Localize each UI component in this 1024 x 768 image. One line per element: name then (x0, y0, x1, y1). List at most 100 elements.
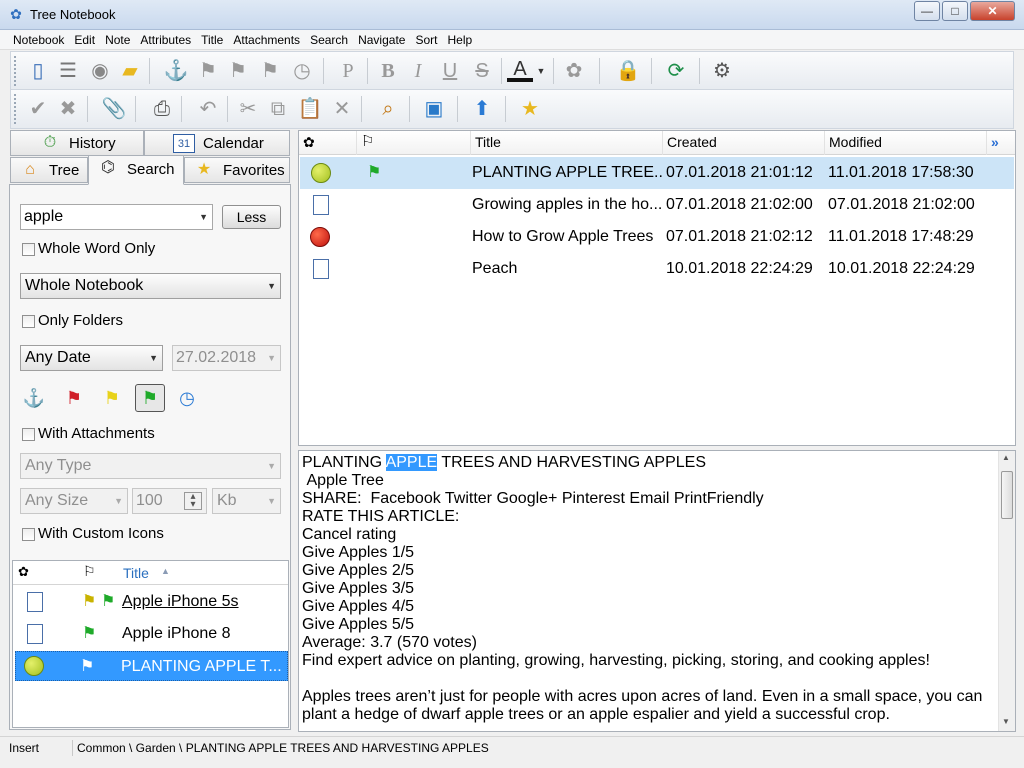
new-note-icon[interactable]: ▯ (25, 58, 51, 84)
search-input[interactable]: apple ▼ (20, 204, 213, 230)
font-color-icon[interactable]: A (507, 58, 533, 82)
list-item[interactable]: ⚑ Apple iPhone 8 (15, 619, 288, 649)
new-text-note-icon[interactable]: ☰ (55, 58, 81, 84)
custom-icon-column[interactable]: ✿ (299, 131, 357, 155)
list-item[interactable]: ⚑ PLANTING APPLE T... (15, 651, 288, 681)
up-arrow-icon[interactable]: ⬆ (469, 96, 495, 122)
tab-search[interactable]: ⌬ Search (88, 155, 184, 185)
menu-attributes[interactable]: Attributes (135, 30, 196, 48)
menu-notebook[interactable]: Notebook (8, 30, 69, 48)
only-folders-checkbox[interactable] (22, 315, 35, 328)
settings-gear-icon[interactable]: ⚙ (709, 58, 735, 84)
tab-tree[interactable]: ⌂ Tree (10, 157, 88, 183)
menu-note[interactable]: Note (100, 30, 135, 48)
scroll-up-icon[interactable]: ▲ (1002, 453, 1010, 462)
chevron-down-icon[interactable]: ▼ (199, 205, 208, 229)
undo-icon[interactable]: ↶ (195, 96, 221, 122)
table-row[interactable]: Growing apples in the ho... 07.01.2018 2… (300, 189, 1014, 221)
whole-word-checkbox[interactable] (22, 243, 35, 256)
bold-icon[interactable]: B (375, 58, 401, 84)
close-button[interactable]: ✕ (970, 1, 1015, 21)
cancel-x-icon[interactable]: ✖ (55, 96, 81, 122)
tab-calendar[interactable]: 31 Calendar (144, 130, 290, 156)
lock-icon[interactable]: 🔒 (615, 58, 641, 84)
new-folder-icon[interactable]: ▰ (117, 58, 143, 84)
menu-help[interactable]: Help (442, 30, 477, 48)
note-content-editor[interactable]: PLANTING APPLE TREES AND HARVESTING APPL… (298, 450, 1016, 732)
custom-icon-icon[interactable]: ✿ (561, 58, 587, 84)
created-column-header[interactable]: Created (663, 131, 825, 155)
menu-attachments[interactable]: Attachments (228, 30, 305, 48)
type-select[interactable]: Any Type ▼ (20, 453, 281, 479)
scroll-down-icon[interactable]: ▼ (1002, 717, 1010, 726)
custom-icon-column-icon[interactable]: ✿ (18, 564, 29, 580)
with-attachments-checkbox[interactable] (22, 428, 35, 441)
tab-search-label: Search (127, 161, 175, 178)
cut-scissors-icon[interactable]: ✂ (235, 96, 261, 122)
custom-icon-column-icon: ✿ (303, 134, 315, 150)
green-flag-filter-icon[interactable]: ⚑ (135, 384, 165, 412)
menu-edit[interactable]: Edit (69, 30, 100, 48)
date-field[interactable]: 27.02.2018 ▼ (172, 345, 281, 371)
reminder-clock-icon[interactable]: ◷ (289, 58, 315, 84)
yellow-flag-icon[interactable]: ⚑ (225, 58, 251, 84)
yellow-flag-filter-icon[interactable]: ⚑ (100, 386, 124, 410)
clock-filter-icon[interactable]: ◷ (175, 386, 199, 410)
scrollbar-thumb[interactable] (1001, 471, 1013, 519)
table-row[interactable]: How to Grow Apple Trees 07.01.2018 21:02… (300, 221, 1014, 253)
paste-icon[interactable]: 📋 (297, 96, 323, 122)
modified-column-header[interactable]: Modified (825, 131, 987, 155)
tab-favorites[interactable]: ★ Favorites (184, 157, 290, 183)
column-chooser-icon[interactable]: » (987, 131, 1015, 155)
maximize-button[interactable]: □ (942, 1, 968, 21)
table-row[interactable]: Peach 10.01.2018 22:24:29 10.01.2018 22:… (300, 253, 1014, 285)
size-unit-select[interactable]: Kb ▼ (212, 488, 281, 514)
flag-column-icon[interactable]: ⚐ (83, 563, 96, 580)
check-icon[interactable]: ✔ (25, 96, 51, 122)
copy-icon[interactable]: ⧉ (265, 96, 291, 122)
underline-icon[interactable]: U (437, 58, 463, 84)
row-created: 07.01.2018 21:02:00 (666, 196, 813, 213)
red-flag-icon[interactable]: ⚑ (195, 58, 221, 84)
row-modified: 11.01.2018 17:48:29 (828, 228, 974, 245)
date-select[interactable]: Any Date ▼ (20, 345, 163, 371)
font-color-dropdown-icon[interactable]: ▼ (535, 58, 547, 84)
attachment-paperclip-icon[interactable]: 📎 (101, 96, 127, 122)
favorite-star-icon[interactable]: ★ (517, 96, 543, 122)
size-select[interactable]: Any Size ▼ (20, 488, 128, 514)
new-image-note-icon[interactable]: ◉ (87, 58, 113, 84)
tab-history[interactable]: ⏱ History (10, 130, 144, 156)
vertical-scrollbar[interactable]: ▲ ▼ (998, 451, 1015, 731)
whole-word-label: Whole Word Only (38, 240, 156, 257)
with-custom-icons-checkbox[interactable] (22, 528, 35, 541)
find-magnifier-icon[interactable]: ⌕ (375, 96, 401, 122)
list-item[interactable]: ⚑ ⚑ Apple iPhone 5s (15, 587, 288, 617)
paragraph-plain-icon[interactable]: P (335, 58, 361, 84)
sync-icon[interactable]: ⟳ (663, 58, 689, 84)
table-row[interactable]: ⚑ PLANTING APPLE TREE... 07.01.2018 21:0… (300, 157, 1014, 189)
menu-navigate[interactable]: Navigate (353, 30, 410, 48)
insert-image-icon[interactable]: ▣ (421, 96, 447, 122)
flag-column[interactable]: ⚐ (357, 131, 471, 155)
toolbar-grip-2[interactable] (14, 94, 17, 124)
spin-icon[interactable]: ▴ ▾ (184, 492, 202, 510)
menu-search[interactable]: Search (305, 30, 353, 48)
anchor-filter-icon[interactable]: ⚓ (22, 386, 46, 410)
title-column-header[interactable]: Title (471, 131, 663, 155)
italic-icon[interactable]: I (405, 58, 431, 84)
title-column-header[interactable]: Title (123, 565, 149, 581)
strikethrough-icon[interactable]: S (469, 58, 495, 84)
anchor-icon[interactable]: ⚓ (163, 58, 189, 84)
minimize-button[interactable]: — (914, 1, 940, 21)
toolbar-grip[interactable] (14, 56, 17, 86)
less-button[interactable]: Less (222, 205, 281, 229)
scope-select[interactable]: Whole Notebook ▼ (20, 273, 281, 299)
green-flag-icon[interactable]: ⚑ (257, 58, 283, 84)
menu-title[interactable]: Title (196, 30, 228, 48)
size-stepper[interactable]: 100 ▴ ▾ (132, 488, 207, 514)
delete-icon[interactable]: ✕ (329, 96, 355, 122)
print-icon[interactable]: ⎙ (149, 96, 175, 122)
note-text[interactable]: PLANTING APPLE TREES AND HARVESTING APPL… (302, 454, 997, 724)
red-flag-filter-icon[interactable]: ⚑ (62, 386, 86, 410)
menu-sort[interactable]: Sort (410, 30, 442, 48)
